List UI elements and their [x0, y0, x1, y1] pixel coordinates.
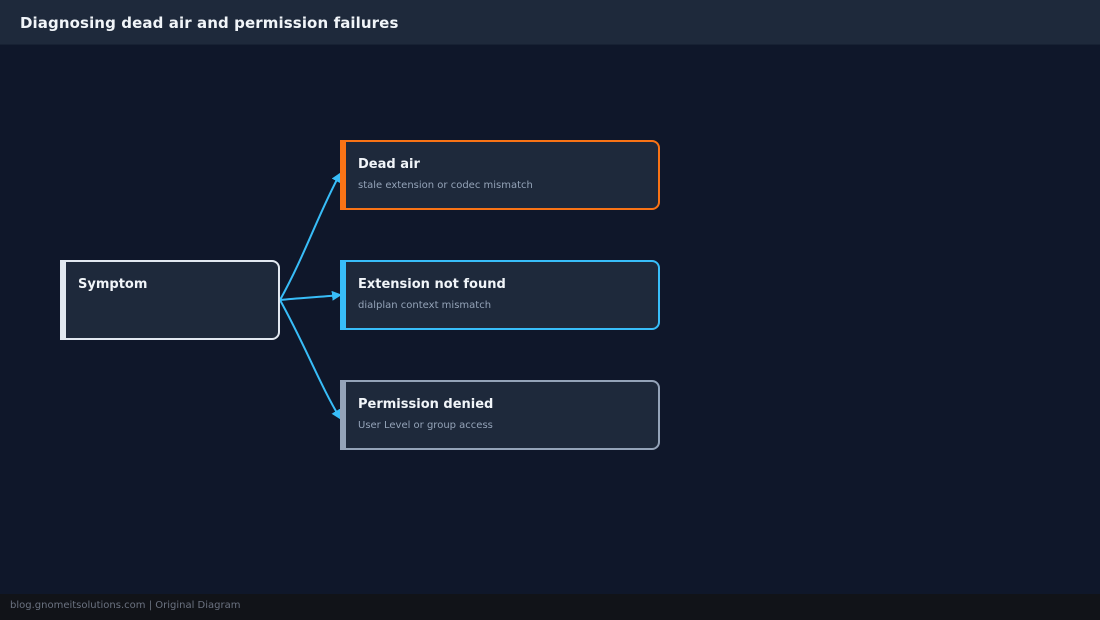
node-subtitle: dialplan context mismatch [358, 300, 492, 311]
node-extension-not-found[interactable]: Extension not found dialplan context mis… [340, 260, 660, 330]
node-title: Symptom [78, 277, 148, 292]
node-permission-denied[interactable]: Permission denied User Level or group ac… [340, 380, 660, 450]
footer-bar: blog.gnomeitsolutions.com | Original Dia… [0, 594, 1100, 620]
node-title: Extension not found [358, 277, 506, 292]
node-accent-bar [340, 140, 346, 210]
connector-extension-not-found [279, 290, 342, 301]
node-subtitle: stale extension or codec mismatch [358, 180, 533, 191]
node-accent-bar [60, 260, 66, 340]
node-subtitle: User Level or group access [358, 420, 493, 431]
footer-credit: blog.gnomeitsolutions.com | Original Dia… [10, 600, 241, 611]
node-title: Dead air [358, 157, 420, 172]
connector-dead-air [279, 172, 341, 301]
node-symptom[interactable]: Symptom [60, 260, 280, 340]
connector-permission-denied [279, 299, 342, 420]
node-title: Permission denied [358, 397, 494, 412]
node-dead-air[interactable]: Dead air stale extension or codec mismat… [340, 140, 660, 210]
diagram-page: Diagnosing dead air and permission failu… [0, 0, 1100, 620]
node-accent-bar [340, 380, 346, 450]
node-accent-bar [340, 260, 346, 330]
